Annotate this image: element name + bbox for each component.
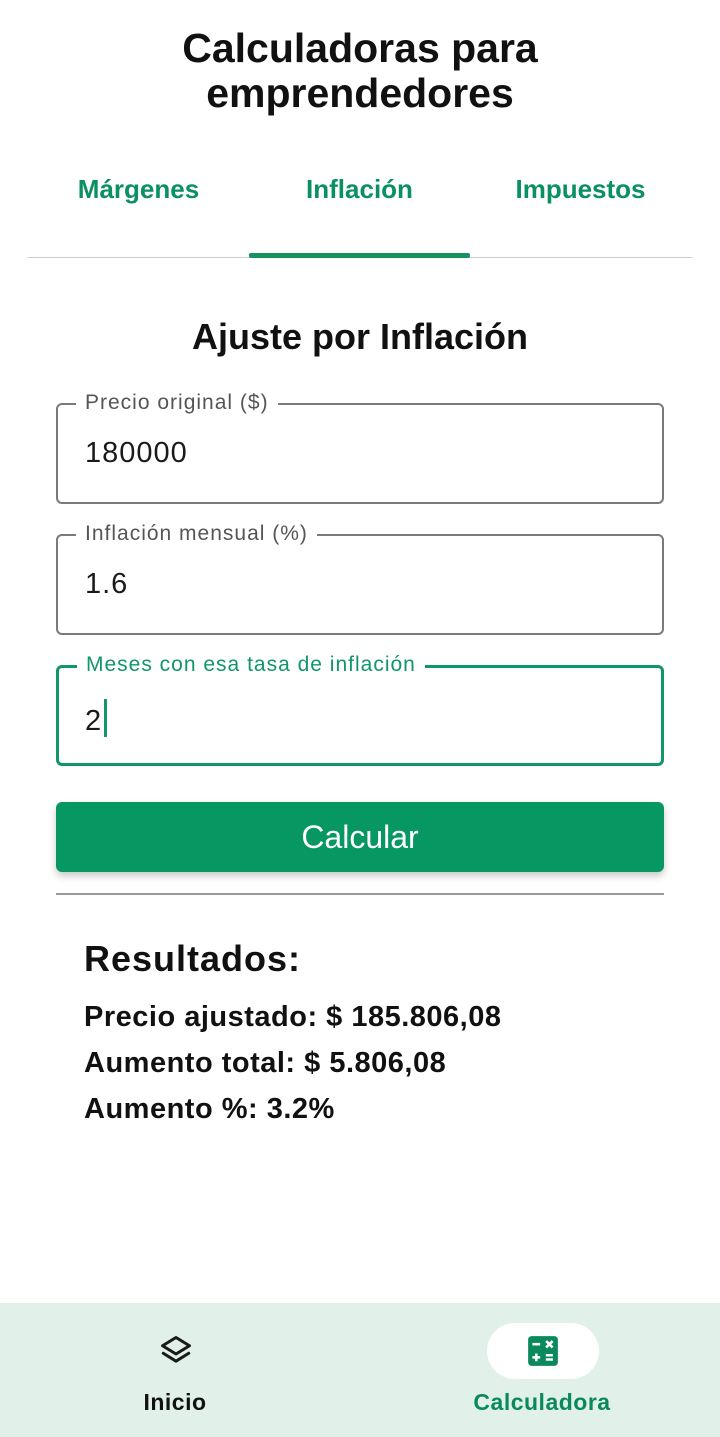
original-price-input[interactable]: 180000 xyxy=(85,437,188,470)
nav-item-inicio[interactable]: Inicio xyxy=(0,1303,360,1437)
monthly-inflation-label: Inflación mensual (%) xyxy=(76,519,317,549)
nav-icon-container xyxy=(120,1323,232,1379)
calculator-tabs: Márgenes Inflación Impuestos xyxy=(28,150,692,260)
tab-inflacion[interactable]: Inflación xyxy=(249,150,470,258)
selected-tab-indicator xyxy=(249,253,470,258)
result-total-increase: Aumento total: $ 5.806,08 xyxy=(84,1047,447,1079)
monthly-inflation-input[interactable]: 1.6 xyxy=(85,568,128,601)
calculate-button[interactable]: Calcular xyxy=(56,802,664,872)
original-price-field[interactable]: Precio original ($) 180000 xyxy=(56,388,664,504)
months-input-value: 2 xyxy=(85,705,103,737)
results-heading: Resultados: xyxy=(84,938,302,979)
original-price-label: Precio original ($) xyxy=(76,388,278,418)
results-divider xyxy=(56,893,664,895)
app-screen: Calculadoras para emprendedores Márgenes… xyxy=(0,0,720,1437)
tab-margenes[interactable]: Márgenes xyxy=(28,150,249,258)
section-title: Ajuste por Inflación xyxy=(191,316,529,357)
nav-icon-container-active xyxy=(487,1323,599,1379)
result-adjusted-price: Precio ajustado: $ 185.806,08 xyxy=(84,1001,502,1033)
months-field[interactable]: Meses con esa tasa de inflación 2 xyxy=(56,650,664,766)
nav-item-calculadora[interactable]: Calculadora xyxy=(360,1303,720,1437)
monthly-inflation-field[interactable]: Inflación mensual (%) 1.6 xyxy=(56,519,664,635)
tab-impuestos[interactable]: Impuestos xyxy=(470,150,691,258)
months-input[interactable]: 2 xyxy=(85,699,108,738)
months-label: Meses con esa tasa de inflación xyxy=(77,650,425,680)
app-title-line-2: emprendedores xyxy=(206,70,514,116)
app-title: Calculadoras para emprendedores xyxy=(0,26,720,116)
calculator-icon xyxy=(528,1336,558,1366)
text-caret xyxy=(104,699,108,737)
nav-label-calculadora: Calculadora xyxy=(473,1389,611,1415)
layers-icon xyxy=(161,1336,191,1363)
bottom-navigation: Inicio Calculadora xyxy=(0,1303,720,1437)
result-percent-increase: Aumento %: 3.2% xyxy=(84,1093,335,1125)
app-title-line-1: Calculadoras para xyxy=(182,25,538,71)
nav-label-inicio: Inicio xyxy=(143,1389,207,1415)
